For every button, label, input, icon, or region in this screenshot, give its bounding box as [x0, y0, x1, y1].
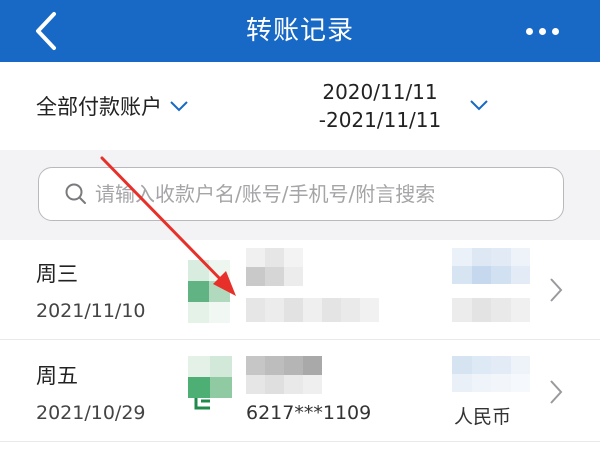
search-input[interactable]: [95, 182, 555, 206]
blurred-amount: [452, 248, 530, 284]
transfer-record-row[interactable]: 周三 2021/11/10: [0, 240, 600, 340]
blurred-payee-name: [246, 356, 322, 394]
more-dot-icon: [539, 27, 546, 35]
blurred-payee-name: [246, 248, 304, 286]
record-date: 2021/11/10: [36, 300, 146, 322]
search-icon: [65, 183, 86, 204]
record-weekday: 周三: [36, 262, 78, 286]
page-title: 转账记录: [245, 16, 354, 46]
chevron-down-icon: [170, 101, 188, 112]
account-filter-label: 全部付款账户: [36, 95, 162, 119]
date-range-end: -2021/11/11: [318, 108, 442, 132]
account-filter-dropdown[interactable]: 全部付款账户: [36, 88, 190, 124]
blurred-amount: [452, 356, 530, 392]
more-dot-icon: [552, 27, 559, 35]
transfer-record-row[interactable]: 周五 2021/10/29 6217***1109 人民币: [0, 342, 600, 442]
record-account-number: 6217***1109: [246, 402, 372, 424]
blurred-currency: [452, 298, 530, 322]
record-currency: 人民币: [454, 406, 512, 428]
blurred-account-number: [246, 298, 380, 322]
date-range-dropdown[interactable]: 2020/11/11 -2021/11/11: [300, 78, 500, 134]
bank-logo-image: [188, 356, 232, 414]
bank-logo-image: [188, 260, 230, 323]
chevron-down-icon: [470, 100, 488, 111]
search-section: [0, 150, 600, 240]
chevron-right-icon: [550, 380, 563, 404]
date-range-start: 2020/11/11: [322, 80, 438, 104]
record-date: 2021/10/29: [36, 402, 146, 424]
more-dot-icon: [526, 27, 533, 35]
filter-bar: 全部付款账户 2020/11/11 -2021/11/11: [0, 62, 600, 150]
record-weekday: 周五: [36, 364, 78, 388]
top-navigation-bar: 转账记录: [0, 0, 600, 62]
more-options-button[interactable]: [526, 21, 560, 41]
bank-emblem-icon: [194, 398, 210, 410]
chevron-right-icon: [550, 278, 563, 302]
search-box[interactable]: [38, 167, 564, 221]
